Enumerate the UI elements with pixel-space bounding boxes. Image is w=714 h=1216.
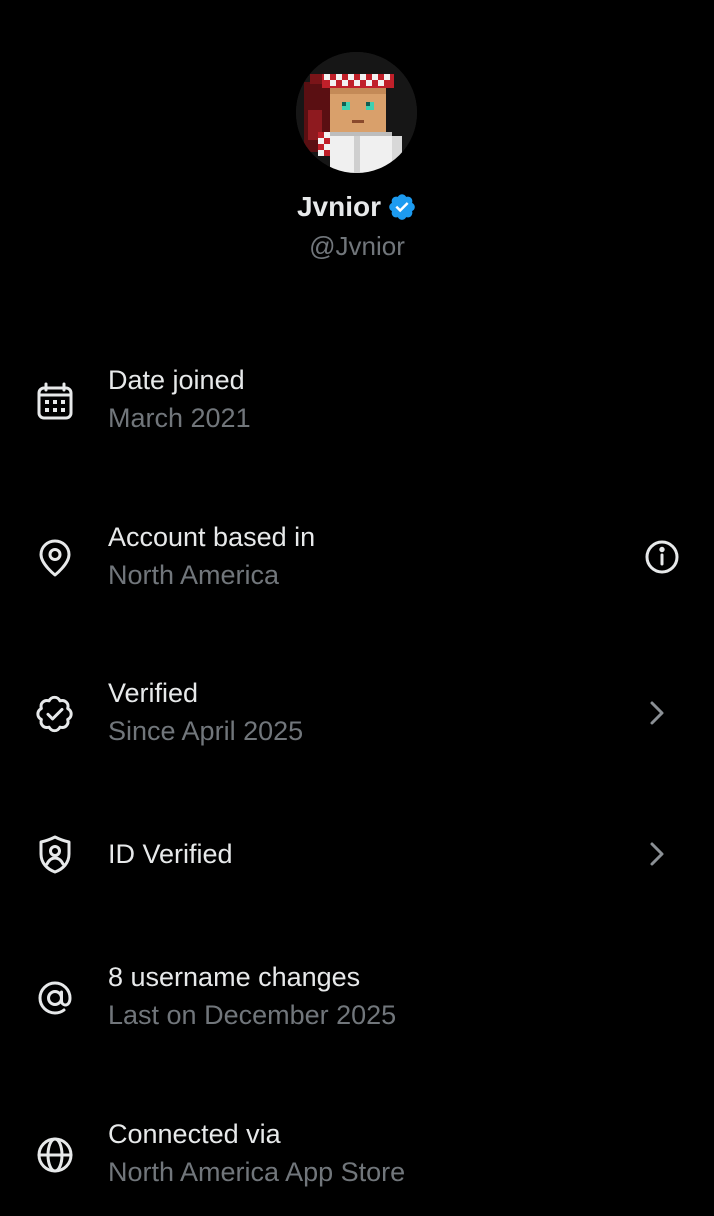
chevron-right-icon[interactable]	[636, 834, 676, 874]
row-text: ID Verified	[108, 836, 604, 872]
row-text: Account based in North America	[108, 519, 604, 593]
row-title: Date joined	[108, 365, 245, 395]
row-date-joined: Date joined March 2021	[0, 342, 714, 462]
row-text: Verified Since April 2025	[108, 675, 604, 749]
verified-badge-icon	[387, 192, 417, 222]
globe-icon	[34, 1134, 76, 1176]
row-subtitle: Last on December 2025	[108, 1000, 397, 1030]
row-title: Connected via	[108, 1119, 281, 1149]
row-subtitle: North America	[108, 560, 280, 590]
display-name: Jvnior	[296, 191, 382, 222]
name-row: Jvnior	[0, 188, 714, 226]
calendar-icon	[34, 380, 76, 422]
info-icon[interactable]	[642, 537, 682, 577]
row-account-based-in: Account based in North America	[0, 499, 714, 619]
id-shield-icon	[34, 834, 76, 876]
row-subtitle: North America App Store	[108, 1157, 406, 1187]
row-subtitle: March 2021	[108, 403, 251, 433]
row-title: 8 username changes	[108, 962, 361, 992]
verified-check-icon	[34, 693, 76, 735]
row-title: ID Verified	[108, 839, 233, 869]
row-id-verified[interactable]: ID Verified	[0, 796, 714, 916]
row-subtitle: Since April 2025	[108, 716, 304, 746]
row-text: Date joined March 2021	[108, 362, 604, 436]
avatar[interactable]	[296, 52, 417, 173]
row-username-changes: 8 username changes Last on December 2025	[0, 939, 714, 1059]
row-title: Account based in	[108, 522, 316, 552]
row-verified[interactable]: Verified Since April 2025	[0, 655, 714, 775]
row-connected-via: Connected via North America App Store	[0, 1096, 714, 1216]
chevron-right-icon[interactable]	[636, 693, 676, 733]
profile-header: Jvnior @Jvnior	[0, 0, 714, 300]
at-sign-icon	[34, 977, 76, 1019]
handle: @Jvnior	[309, 231, 405, 261]
row-text: 8 username changes Last on December 2025	[108, 959, 604, 1033]
row-text: Connected via North America App Store	[108, 1116, 604, 1190]
location-pin-icon	[34, 537, 76, 579]
row-title: Verified	[108, 678, 199, 708]
